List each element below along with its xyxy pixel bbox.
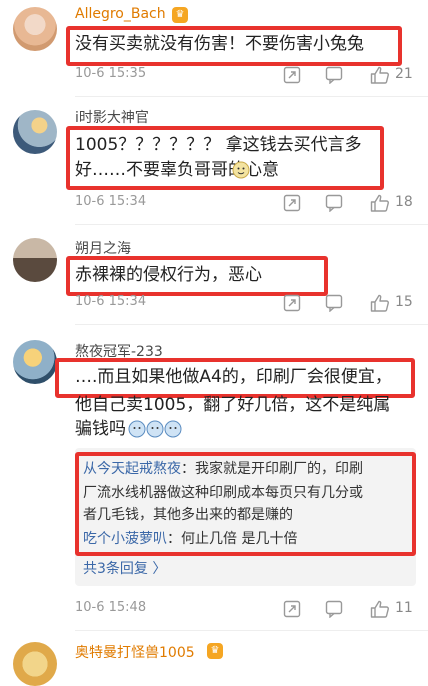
reply-text: ：何止几倍 是几十倍 — [167, 531, 298, 547]
reply-1-line2: 厂流水线机器做这种印刷成本每页只有几分或 — [83, 485, 363, 501]
username[interactable]: 朔月之海 — [75, 238, 131, 258]
avatar[interactable] — [13, 340, 57, 384]
comment-text-line1: ….而且如果他做A4的，印刷厂会很便宜， — [75, 367, 392, 387]
username[interactable]: i时影大神官 — [75, 107, 149, 127]
username[interactable]: Allegro_Bach — [75, 6, 166, 22]
comment-date: 10-6 15:34 — [75, 294, 147, 309]
like-count: 11 — [395, 600, 413, 616]
divider — [75, 96, 428, 97]
share-icon[interactable] — [283, 66, 301, 84]
share-icon[interactable] — [283, 294, 301, 312]
like-icon[interactable] — [370, 600, 390, 618]
reply-text: ：我家就是开印刷厂的，印刷 — [181, 461, 363, 477]
like-icon[interactable] — [370, 294, 390, 312]
more-replies-link[interactable]: 共3条回复 〉 — [83, 558, 166, 578]
like-count: 21 — [395, 66, 413, 82]
vip-crown-icon: ♛ — [207, 643, 223, 659]
like-count: 18 — [395, 194, 413, 210]
comment-text-line1: 1005？？？？？？ 拿这钱去买代言多 — [75, 135, 362, 155]
avatar[interactable] — [13, 110, 57, 154]
comment-meta: 10-6 15:34 15 — [75, 294, 415, 314]
share-icon[interactable] — [283, 600, 301, 618]
like-count: 15 — [395, 294, 413, 310]
reply-1-line1[interactable]: 从今天起戒熬夜：我家就是开印刷厂的，印刷 — [83, 458, 363, 480]
comment-date: 10-6 15:34 — [75, 194, 147, 209]
comment-meta: 10-6 15:48 11 — [75, 600, 415, 620]
comment-text: 没有买卖就没有伤害！不要伤害小兔兔 — [75, 34, 364, 54]
comment-date: 10-6 15:35 — [75, 66, 147, 81]
vip-crown-icon: ♛ — [172, 7, 188, 23]
divider — [75, 630, 428, 631]
avatar[interactable] — [13, 7, 57, 51]
username[interactable]: 奥特曼打怪兽1005 — [75, 642, 195, 662]
divider — [75, 324, 428, 325]
reply-1-line3: 者几毛钱，其他多出来的都是赚的 — [83, 507, 293, 523]
divider — [75, 224, 428, 225]
comment-icon[interactable] — [325, 194, 343, 212]
comment-icon[interactable] — [325, 294, 343, 312]
reply-2-line1[interactable]: 吃个小菠萝叭：何止几倍 是几十倍 — [83, 528, 297, 550]
comment-icon[interactable] — [325, 600, 343, 618]
share-icon[interactable] — [283, 194, 301, 212]
comment-meta: 10-6 15:34 18 — [75, 194, 415, 214]
emoji-icon — [128, 420, 182, 438]
comment-text: 赤裸裸的侵权行为，恶心 — [75, 265, 262, 285]
like-icon[interactable] — [370, 194, 390, 212]
emoji-icon — [232, 161, 250, 179]
comment-icon[interactable] — [325, 66, 343, 84]
reply-box: 从今天起戒熬夜：我家就是开印刷厂的，印刷 厂流水线机器做这种印刷成本每页只有几分… — [75, 448, 416, 586]
avatar[interactable] — [13, 642, 57, 686]
reply-username[interactable]: 从今天起戒熬夜 — [83, 461, 181, 477]
comment-meta: 10-6 15:35 21 — [75, 66, 415, 86]
comment-text-line3: 骗钱吗 — [75, 419, 126, 439]
reply-username[interactable]: 吃个小菠萝叭 — [83, 531, 167, 547]
like-icon[interactable] — [370, 66, 390, 84]
comment-date: 10-6 15:48 — [75, 600, 147, 615]
comment-text-line2: 他自己卖1005，翻了好几倍，这不是纯属 — [75, 395, 391, 415]
avatar[interactable] — [13, 238, 57, 282]
